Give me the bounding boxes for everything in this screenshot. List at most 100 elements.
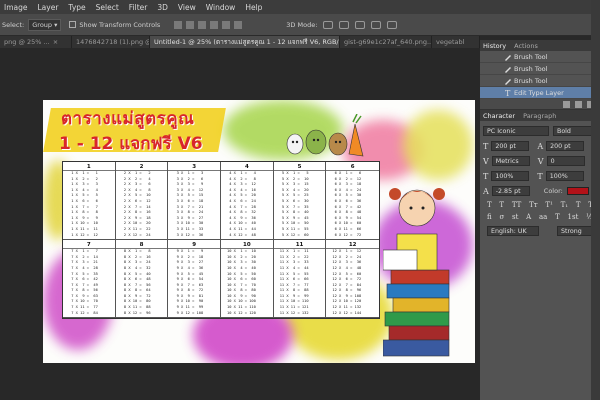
type-style-button[interactable]: T (487, 201, 492, 209)
table-cell: 5 5 X 1 = 5 5 X 2 = 10 5 X 3 = 15 5 X 4 … (273, 162, 327, 241)
leading-field[interactable]: 200 pt (546, 141, 585, 151)
close-icon[interactable]: × (53, 38, 58, 46)
horizontal-scale-field[interactable]: 100% (545, 171, 584, 181)
opentype-button[interactable]: A (526, 213, 531, 221)
menu-item[interactable]: Select (96, 3, 119, 12)
table-cell: 1 1 X 1 = 1 1 X 2 = 2 1 X 3 = 3 1 X 4 = … (63, 162, 116, 241)
menu-item[interactable]: Filter (129, 3, 148, 12)
table-cell-header: 11 (273, 241, 326, 250)
table-line: 10 X 12 = 120 (227, 310, 256, 315)
type-style-buttons: TTTTTтT¹T₁TT (483, 199, 597, 211)
3d-slide-icon[interactable] (371, 20, 382, 29)
select-label: Select: (2, 20, 25, 29)
opentype-button[interactable]: T (555, 213, 560, 221)
align-left-icon[interactable] (210, 20, 219, 29)
menu-item[interactable]: Type (68, 3, 85, 12)
panel-tab[interactable]: Actions (514, 42, 538, 50)
align-middle-icon[interactable] (186, 20, 195, 29)
table-cell-header: 3 (168, 163, 221, 171)
text-color-swatch[interactable] (566, 187, 589, 195)
document-tab-label: gist-g69e1c27af_640.png... (344, 38, 432, 46)
font-size-icon: T (483, 141, 489, 151)
panel-tab[interactable]: History (483, 42, 506, 50)
document-tab-label: Untitled-1 @ 25% (ตารางแม่สูตรคูณ 1 - 12… (154, 38, 340, 46)
font-family-select[interactable]: PC Iconic (483, 126, 549, 136)
antialias-select[interactable]: Strong (557, 226, 593, 236)
select-dropdown[interactable]: Group ▾ (28, 18, 62, 31)
table-cell-header: 2 (115, 163, 168, 171)
menu-item[interactable]: View (178, 3, 196, 12)
table-cell: 4 4 X 1 = 4 4 X 2 = 8 4 X 3 = 12 4 X 4 =… (221, 162, 274, 241)
table-cell: 10 10 X 1 = 10 10 X 2 = 20 10 X 3 = 30 10 X … (221, 240, 274, 319)
opentype-button[interactable]: aa (539, 213, 547, 221)
type-style-button[interactable]: T (499, 201, 504, 209)
table-cell-header: 10 (221, 241, 273, 250)
3d-roll-icon[interactable] (339, 20, 350, 29)
document-tab[interactable]: vegetabl (432, 36, 480, 48)
history-item[interactable]: Brush Tool (480, 63, 600, 75)
align-right-icon[interactable] (234, 20, 243, 29)
panel-dock-strip (591, 0, 600, 400)
table-cell: 2 2 X 1 = 2 2 X 2 = 4 2 X 3 = 6 2 X 4 = … (115, 162, 169, 241)
brush-icon (505, 55, 511, 61)
3d-mode-label: 3D Mode: (286, 20, 318, 29)
panel-tab[interactable]: Paragraph (523, 112, 556, 120)
document-tab-label: png @ 25% ... (4, 38, 50, 46)
type-style-button[interactable]: TT (512, 201, 521, 209)
opentype-buttons: fi σ st Aaa T 1st ½ (483, 211, 597, 223)
character-panel-tabs: Character Paragraph (480, 110, 600, 121)
document-tab[interactable]: Untitled-1 @ 25% (ตารางแม่สูตรคูณ 1 - 12… (150, 36, 340, 48)
menu-item[interactable]: Image (4, 3, 28, 12)
kerning-field[interactable]: Metrics (491, 156, 530, 166)
3d-scale-icon[interactable] (387, 20, 398, 29)
language-select[interactable]: English: UK (487, 226, 539, 236)
type-style-button[interactable]: T₁ (561, 201, 568, 209)
opentype-button[interactable]: 1st (568, 213, 579, 221)
table-cell-header: 4 (221, 163, 273, 171)
document-title-line1: ตารางแม่สูตรคูณ (61, 109, 195, 129)
font-style-select[interactable]: Bold (553, 126, 593, 136)
opentype-button[interactable]: σ (499, 213, 504, 221)
type-style-button[interactable]: T¹ (545, 201, 552, 209)
transform-controls-checkbox[interactable] (69, 21, 77, 28)
type-style-button[interactable]: Tт (529, 201, 538, 209)
document-tab[interactable]: 1476842718 (1).png @ 6...× (72, 36, 150, 48)
girl-on-books-illustration (383, 188, 450, 357)
history-item[interactable]: Brush Tool (480, 75, 600, 87)
document-tab[interactable]: gist-g69e1c27af_640.png...× (340, 36, 432, 48)
menu-item[interactable]: Layer (38, 3, 59, 12)
opentype-button[interactable]: fi (487, 213, 492, 221)
document-tab[interactable]: png @ 25% ... × (0, 36, 72, 48)
align-top-icon[interactable] (174, 20, 183, 29)
table-line: 4 X 12 = 48 (227, 232, 256, 237)
menu-item[interactable]: 3D (157, 3, 168, 12)
3d-rotate-icon[interactable] (323, 20, 334, 29)
align-center-icon[interactable] (222, 20, 231, 29)
document-tabs: png @ 25% ...×1476842718 (1).png @ 6...×… (0, 36, 480, 48)
history-item[interactable]: T Edit Type Layer (480, 87, 600, 99)
baseline-shift-field[interactable]: -2.85 pt (491, 186, 530, 196)
align-bottom-icon[interactable] (198, 20, 207, 29)
font-size-field[interactable]: 200 pt (491, 141, 530, 151)
menu-item[interactable]: Help (245, 3, 262, 12)
history-item[interactable]: Brush Tool (480, 51, 600, 63)
opentype-button[interactable]: st (512, 213, 518, 221)
menu-item[interactable]: Window (206, 3, 236, 12)
panel-tab[interactable]: Character (483, 112, 515, 120)
table-line: 1 X 12 = 12 (69, 232, 98, 237)
snapshot-icon[interactable] (563, 100, 570, 108)
type-tool-icon: T (505, 89, 511, 97)
document-canvas[interactable]: ตารางแม่สูตรคูณ 1 - 12 แจกฟรี V6 1 1 X 1… (43, 100, 475, 363)
table-cell: 12 12 X 1 = 12 12 X 2 = 24 12 X 3 = 36 12 X … (326, 240, 380, 319)
menu-bar: Image Layer Type Select Filter 3D View Window He… (0, 0, 600, 14)
vertical-scale-field[interactable]: 100% (491, 171, 530, 181)
history-list: Brush Tool Brush Tool Brush Tool T Edit Type… (480, 51, 600, 99)
tracking-field[interactable]: 0 (546, 156, 585, 166)
leading-icon: A (537, 141, 544, 151)
table-line: 7 X 12 = 84 (69, 310, 98, 315)
type-style-button[interactable]: T (576, 201, 581, 209)
3d-pan-icon[interactable] (355, 20, 366, 29)
kerning-icon: V (483, 156, 489, 166)
camera-icon[interactable] (575, 100, 582, 108)
multiplication-table: 1 1 X 1 = 1 1 X 2 = 2 1 X 3 = 3 1 X 4 = … (62, 161, 380, 320)
